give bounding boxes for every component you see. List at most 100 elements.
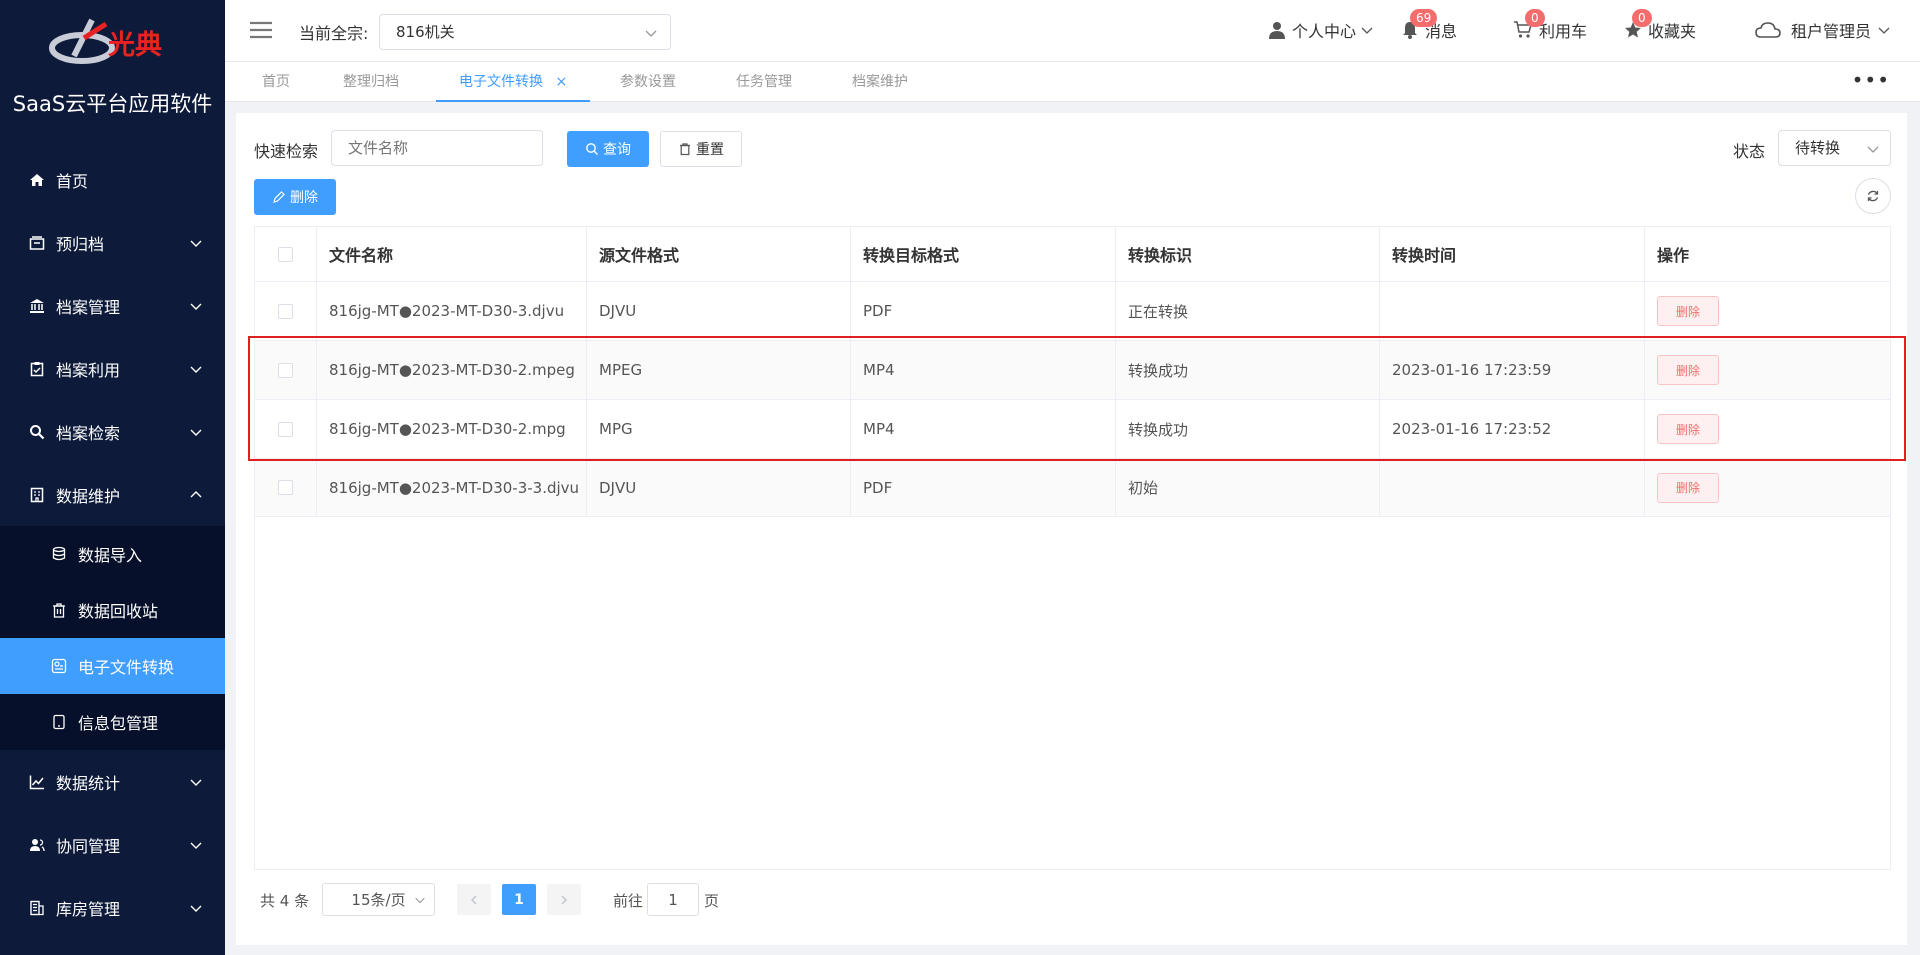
messages-badge: 69 (1410, 9, 1438, 27)
table-row: 816jg-MT●2023-MT-D30-3.djvu DJVU PDF 正在转… (255, 282, 1890, 341)
clan-select[interactable]: 816机关 (379, 14, 671, 50)
col-header-conversion-flag[interactable]: 转换标识 (1116, 227, 1380, 281)
chevron-down-icon (190, 905, 202, 912)
archive-box-icon (28, 234, 46, 252)
sidebar-item-data-maintenance[interactable]: 数据维护 (0, 463, 225, 526)
file-convert-icon (50, 657, 68, 675)
file-name-search-input[interactable] (331, 130, 543, 166)
col-header-source-format[interactable]: 源文件格式 (587, 227, 851, 281)
row-select-cell (255, 459, 317, 516)
refresh-button[interactable] (1855, 178, 1891, 214)
row-delete-button[interactable]: 删除 (1657, 355, 1719, 385)
tab-label: 电子文件转换 (459, 74, 543, 90)
tabs-bar: 首页 整理归档 电子文件转换 × 参数设置 任务管理 档案维护 ••• (225, 62, 1920, 102)
goto-page-input[interactable]: 1 (647, 883, 699, 916)
close-icon[interactable]: × (555, 74, 567, 90)
tab-organize-archive[interactable]: 整理归档 (343, 62, 399, 102)
sidebar-item-label: 库房管理 (56, 899, 121, 919)
warehouse-icon (28, 899, 46, 917)
sidebar-item-warehouse[interactable]: 库房管理 (0, 876, 225, 939)
reset-button-label: 重置 (696, 142, 724, 158)
cell-conversion-time (1380, 459, 1645, 516)
sidebar-item-archive-search[interactable]: 档案检索 (0, 400, 225, 463)
tab-home[interactable]: 首页 (262, 62, 290, 102)
data-maintenance-submenu: 数据导入 数据回收站 电子文件转换 信息包管理 (0, 526, 225, 750)
row-checkbox[interactable] (278, 303, 293, 319)
cell-conversion-time: 2023-01-16 17:23:52 (1380, 400, 1645, 458)
chevron-left-icon (471, 895, 477, 904)
cell-conversion-flag: 转换成功 (1116, 341, 1380, 399)
next-page-button[interactable] (547, 884, 581, 915)
tenant-label: 租户管理员 (1791, 22, 1872, 41)
current-clan-label: 当前全宗: (299, 24, 369, 43)
sidebar-item-label: 预归档 (56, 234, 105, 254)
row-delete-button[interactable]: 删除 (1657, 472, 1719, 503)
query-button[interactable]: 查询 (567, 131, 649, 167)
sidebar-item-statistics[interactable]: 数据统计 (0, 750, 225, 813)
cell-conversion-time: 2023-01-16 17:23:59 (1380, 341, 1645, 399)
pagination-total: 共 4 条 (260, 892, 310, 910)
sidebar: 光典 SaaS云平台应用软件 首页 预归档 档案管理 档案利用 档案检索 数据维… (0, 0, 225, 955)
chevron-down-icon (190, 779, 202, 786)
prev-page-button[interactable] (457, 884, 491, 915)
edit-icon (273, 191, 285, 203)
goto-label: 前往 (613, 892, 644, 910)
row-delete-button[interactable]: 删除 (1657, 414, 1719, 444)
status-select[interactable]: 待转换 (1778, 130, 1891, 166)
sidebar-item-archive-use[interactable]: 档案利用 (0, 337, 225, 400)
bulk-delete-button[interactable]: 删除 (254, 179, 336, 215)
chevron-down-icon (190, 842, 202, 849)
tab-task-management[interactable]: 任务管理 (736, 62, 792, 102)
row-checkbox[interactable] (278, 421, 293, 437)
clipboard-check-icon (28, 360, 46, 378)
sidebar-item-home[interactable]: 首页 (0, 148, 225, 211)
row-checkbox[interactable] (278, 362, 293, 378)
tenant-menu[interactable]: 租户管理员 (1755, 18, 1897, 42)
sidebar-item-file-conversion[interactable]: 电子文件转换 (0, 638, 225, 694)
select-all-checkbox[interactable] (278, 246, 293, 262)
messages-button[interactable]: 消息 69 (1401, 9, 1457, 42)
search-icon (28, 423, 46, 441)
sidebar-item-label: 首页 (56, 171, 89, 191)
page-size-select[interactable]: 15条/页 (322, 883, 435, 916)
row-delete-button[interactable]: 删除 (1657, 296, 1719, 326)
trash-icon (50, 601, 68, 619)
page-number-current[interactable]: 1 (502, 884, 536, 915)
select-all-cell (255, 227, 317, 281)
sidebar-item-collaboration[interactable]: 协同管理 (0, 813, 225, 876)
quick-search-label: 快速检索 (254, 142, 319, 161)
cell-source-format: MPEG (587, 341, 851, 399)
reset-button[interactable]: 重置 (660, 131, 742, 167)
sidebar-item-info-package[interactable]: 信息包管理 (0, 694, 225, 750)
chevron-down-icon (190, 429, 202, 436)
favorites-button[interactable]: 收藏夹 0 (1624, 9, 1696, 42)
tab-parameter-settings[interactable]: 参数设置 (620, 62, 676, 102)
table-row: 816jg-MT●2023-MT-D30-2.mpeg MPEG MP4 转换成… (255, 341, 1890, 400)
col-header-target-format[interactable]: 转换目标格式 (851, 227, 1116, 281)
bank-icon (28, 297, 46, 315)
col-header-conversion-time[interactable]: 转换时间 (1380, 227, 1645, 281)
database-import-icon (50, 545, 68, 563)
user-center-menu[interactable]: 个人中心 (1268, 18, 1380, 42)
guangdian-logo: 光典 (44, 12, 184, 72)
sidebar-item-recycle-bin[interactable]: 数据回收站 (0, 582, 225, 638)
tab-file-conversion[interactable]: 电子文件转换 × (436, 62, 591, 102)
col-header-file-name[interactable]: 文件名称 (317, 227, 587, 281)
sidebar-item-data-import[interactable]: 数据导入 (0, 526, 225, 582)
row-checkbox[interactable] (278, 480, 293, 495)
chevron-down-icon (1878, 27, 1890, 34)
sidebar-item-archive-management[interactable]: 档案管理 (0, 274, 225, 337)
table-row: 816jg-MT●2023-MT-D30-2.mpg MPG MP4 转换成功 … (255, 400, 1890, 459)
more-tabs-icon[interactable]: ••• (1852, 68, 1890, 92)
tab-archive-maintenance[interactable]: 档案维护 (852, 62, 908, 102)
cart-button[interactable]: 利用车 0 (1513, 9, 1587, 42)
cell-source-format: MPG (587, 400, 851, 458)
hamburger-menu-icon[interactable] (249, 20, 273, 40)
chevron-down-icon (190, 303, 202, 310)
svg-text:光典: 光典 (107, 30, 162, 61)
chevron-down-icon (1867, 146, 1879, 153)
chevron-down-icon (1361, 27, 1373, 34)
status-label: 状态 (1733, 142, 1766, 161)
sidebar-item-pre-archive[interactable]: 预归档 (0, 211, 225, 274)
cell-file-name: 816jg-MT●2023-MT-D30-3.djvu (317, 282, 587, 340)
